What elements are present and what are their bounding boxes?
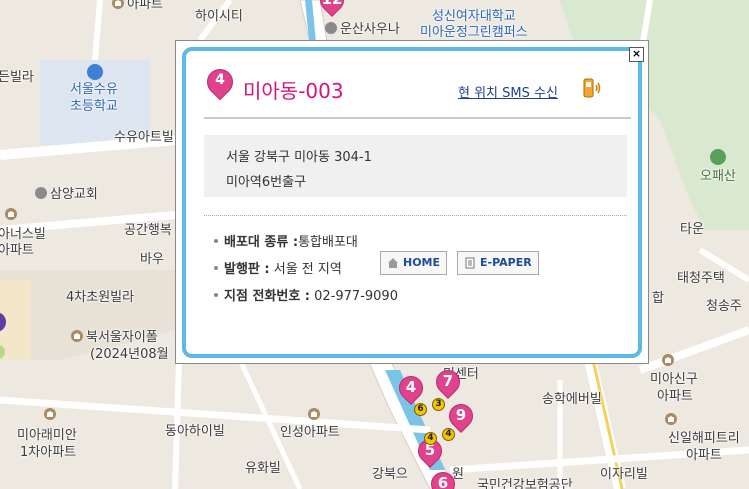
address-detail: 미아역6번출구 xyxy=(226,175,307,190)
map-label: 공간행복 xyxy=(124,223,172,238)
map-label: 아너스빌 xyxy=(0,227,46,242)
address-line: 서울 강북구 미아동 304-1 xyxy=(226,150,372,165)
map-label: 운산사우나 xyxy=(325,22,400,38)
building-icon xyxy=(325,22,337,34)
epaper-button[interactable]: E-PAPER xyxy=(457,251,539,275)
map-label: 오패산 xyxy=(700,169,736,184)
map-cluster-bead[interactable]: 4 xyxy=(424,432,437,445)
sms-link[interactable]: 현 위치 SMS 수신 xyxy=(458,82,558,101)
delivery-type-value: 통합배포대 xyxy=(298,235,358,250)
map-label: 미아래미안 xyxy=(17,428,77,443)
map-label: 국민건강보험공단 xyxy=(477,478,573,489)
school-icon-wrap xyxy=(87,64,103,82)
map-pin[interactable]: 6 xyxy=(426,467,460,489)
map-cluster-bead[interactable]: 6 xyxy=(414,403,427,416)
map-label xyxy=(665,413,680,429)
phone-label: 지점 전화번호 : xyxy=(224,289,311,304)
address-box: 서울 강북구 미아동 304-1 미아역6번출구 xyxy=(204,135,627,197)
map-pin-icon: 4 xyxy=(201,63,239,105)
map-label: 송학에버빌 xyxy=(542,392,602,407)
map-pin[interactable]: 7 xyxy=(431,365,465,400)
map-label xyxy=(44,408,59,424)
building-icon xyxy=(44,408,56,420)
home-icon xyxy=(388,258,398,268)
map-label: 합 xyxy=(652,291,664,306)
phone-signal-icon[interactable] xyxy=(582,77,602,101)
map-label: 동아하이빌 xyxy=(165,424,225,439)
mountain-icon xyxy=(710,149,726,165)
phone-row: 지점 전화번호 : 02-977-9090 xyxy=(214,285,398,304)
map-label: 바우 xyxy=(140,252,164,267)
map-label: 수유아트빌 xyxy=(114,130,174,145)
map-label xyxy=(662,354,677,370)
map-label: 북서울자이폴 xyxy=(71,330,158,346)
edition-row: 발행판 : 서울 전 지역 xyxy=(214,258,342,277)
map-label: 타운 xyxy=(680,222,704,237)
map-label: (2024년08월 xyxy=(90,347,169,362)
title-divider xyxy=(204,117,631,119)
building-icon xyxy=(665,413,677,425)
map-pin[interactable]: 4 xyxy=(394,371,428,406)
map-label: 태청주택 xyxy=(677,271,725,286)
map-label: 4차초원빌라 xyxy=(66,290,135,305)
map-label: 성신여자대학교 xyxy=(432,9,516,24)
building-icon xyxy=(5,208,17,220)
map-label: 초등학교 xyxy=(70,99,118,114)
edition-value: 서울 전 지역 xyxy=(273,262,342,277)
map-pin[interactable]: 12 xyxy=(315,0,349,18)
delivery-type-row: 배포대 종류 :통합배포대 xyxy=(214,231,358,250)
delivery-type-label: 배포대 종류 : xyxy=(224,235,299,250)
building-icon xyxy=(308,408,320,420)
map-label: 미아신구 xyxy=(650,372,698,387)
map-label: 신일해피트리 xyxy=(668,431,740,446)
map-label: 1차아파트 xyxy=(20,445,77,460)
map-cluster-bead[interactable]: 4 xyxy=(442,428,455,441)
edition-label: 발행판 : xyxy=(224,262,270,277)
map-cluster-bead[interactable]: 3 xyxy=(432,398,445,411)
store-title: 미아동-003 xyxy=(243,79,344,103)
school-icon xyxy=(87,64,103,80)
map-label: 아파트 xyxy=(112,0,163,13)
map-label: 든빌라 xyxy=(0,70,34,85)
map-label: 아파트 xyxy=(0,243,34,258)
map-label: 아파트 xyxy=(686,448,722,463)
building-icon xyxy=(71,330,83,342)
map-label: 서울수유 xyxy=(70,82,118,97)
church-icon xyxy=(35,187,47,199)
mountain-icon-wrap xyxy=(710,149,726,170)
map-label: 미아운정그린캠퍼스 xyxy=(420,25,528,40)
dotted-divider xyxy=(204,215,627,216)
pin-number: 4 xyxy=(215,72,225,88)
map-label xyxy=(5,208,20,224)
map-label: 삼양교회 xyxy=(35,187,98,203)
map-label: 유화빌 xyxy=(245,461,281,476)
close-button[interactable]: × xyxy=(629,47,644,62)
map-label: 청송주 xyxy=(706,299,742,314)
map-label: 인성아파트 xyxy=(280,425,340,440)
map-label: 하이시티 xyxy=(195,9,243,24)
phone-value: 02-977-9090 xyxy=(314,289,398,304)
home-button[interactable]: HOME xyxy=(380,251,448,275)
paper-icon xyxy=(465,257,475,269)
building-icon xyxy=(662,354,674,366)
map-label xyxy=(308,408,323,424)
map-label: 이자리빌 xyxy=(600,467,648,482)
close-icon: × xyxy=(631,47,642,60)
store-info-popup: × 4 미아동-003 현 위치 SMS 수신 서울 강북구 미아동 304-1… xyxy=(175,40,649,364)
building-icon xyxy=(112,0,124,9)
map-label: 아파트 xyxy=(657,389,693,404)
map-label: 강북으 xyxy=(372,467,408,482)
